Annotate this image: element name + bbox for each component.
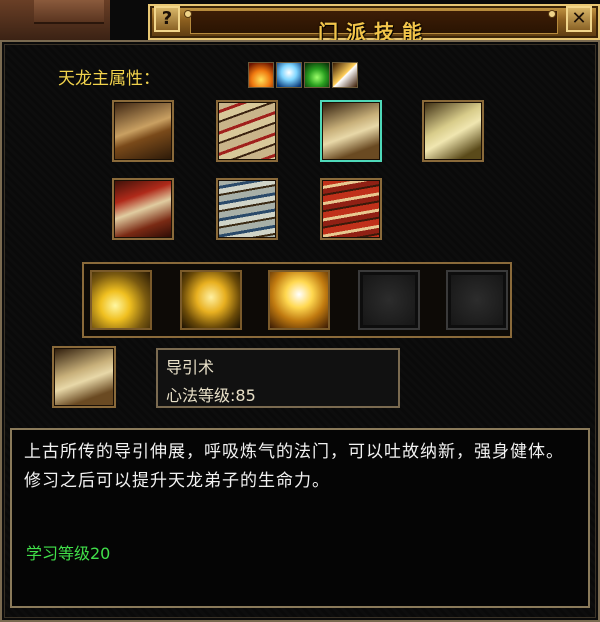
rivet-decoration bbox=[548, 10, 556, 18]
open-book-icon[interactable] bbox=[320, 100, 382, 162]
scroll-book-icon[interactable] bbox=[112, 100, 174, 162]
skill-name: 导引术 bbox=[166, 358, 215, 377]
ancient-tome-icon[interactable] bbox=[422, 100, 484, 162]
attribute-icons bbox=[248, 62, 360, 88]
bundled-scrolls-icon[interactable] bbox=[216, 100, 278, 162]
title-plate: 门派技能 bbox=[190, 10, 558, 44]
ice-attribute-icon bbox=[276, 62, 302, 88]
skill-description: 上古所传的导引伸展，呼吸炼气的法门，可以吐故纳新，强身健体。修习之后可以提升天龙… bbox=[24, 442, 564, 491]
lightning-attribute-icon bbox=[332, 62, 358, 88]
figure-manual-icon[interactable] bbox=[112, 178, 174, 240]
scroll-glow-skill-icon[interactable] bbox=[90, 270, 152, 330]
poison-attribute-icon bbox=[304, 62, 330, 88]
skill-description-panel: 上古所传的导引伸展，呼吸炼气的法门，可以吐故纳新，强身健体。修习之后可以提升天龙… bbox=[10, 428, 590, 608]
help-button[interactable]: ? bbox=[154, 6, 180, 32]
radiant-hands-skill-icon[interactable] bbox=[268, 270, 330, 330]
skill-row bbox=[82, 262, 512, 338]
fire-attribute-icon bbox=[248, 62, 274, 88]
empty-skill-slot[interactable] bbox=[358, 270, 420, 330]
empty-skill-slot[interactable] bbox=[446, 270, 508, 330]
red-book-stack-icon[interactable] bbox=[320, 178, 382, 240]
blue-book-stack-icon[interactable] bbox=[216, 178, 278, 240]
golden-figure-skill-icon[interactable] bbox=[180, 270, 242, 330]
learn-level: 学习等级20 bbox=[26, 544, 111, 563]
skill-info-panel: 导引术 心法等级:85 bbox=[156, 348, 400, 408]
rivet-decoration bbox=[184, 10, 192, 18]
selected-skill-book-icon bbox=[52, 346, 116, 408]
main-attribute-label: 天龙主属性： bbox=[58, 69, 160, 89]
top-left-decoration bbox=[0, 0, 110, 40]
close-button[interactable]: ✕ bbox=[566, 6, 592, 32]
skill-level: 心法等级:85 bbox=[166, 386, 256, 405]
title-bar: 门派技能 bbox=[148, 4, 600, 44]
wood-panel-decoration bbox=[34, 0, 104, 24]
